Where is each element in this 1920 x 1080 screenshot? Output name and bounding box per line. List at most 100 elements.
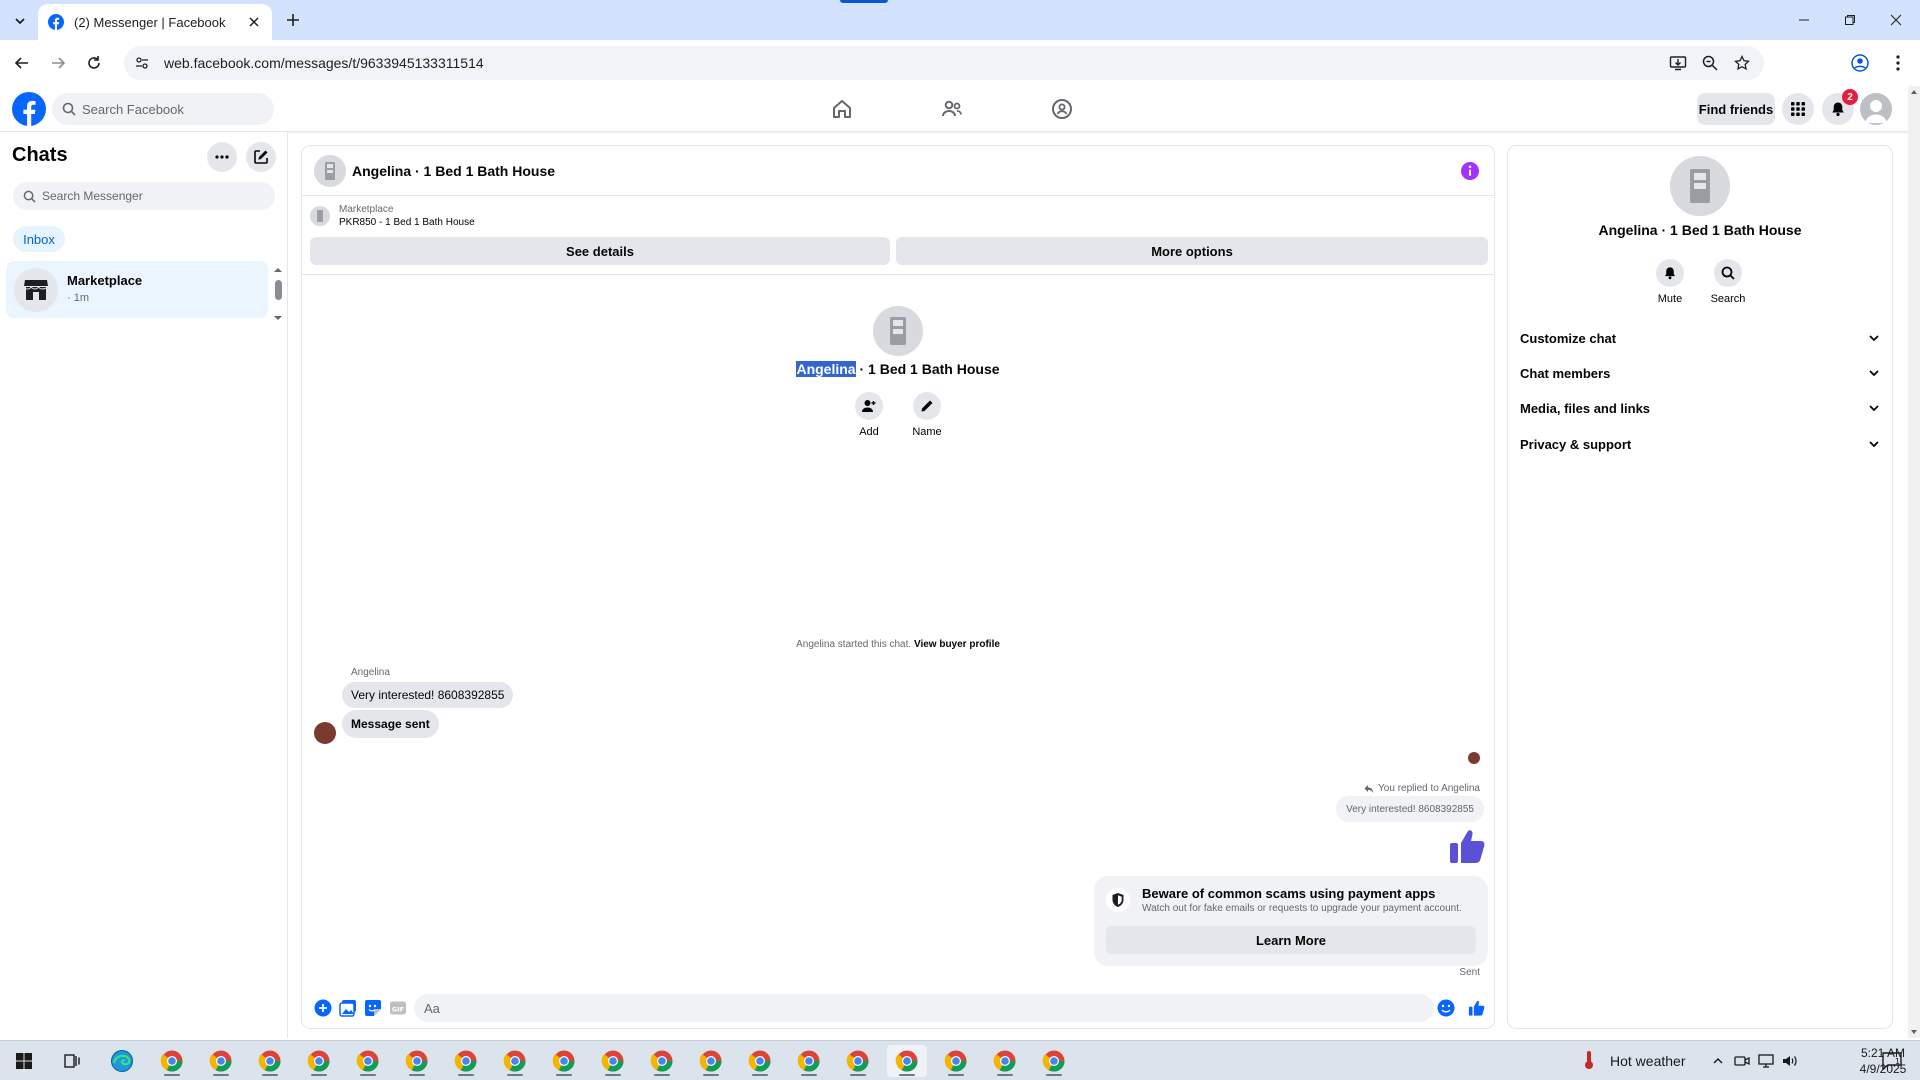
sticker-icon[interactable]: [364, 999, 382, 1017]
address-bar[interactable]: web.facebook.com/messages/t/963394513331…: [124, 46, 1764, 80]
chats-options-icon[interactable]: [207, 142, 237, 172]
add-label: Add: [859, 426, 879, 438]
chrome-taskbar-icon[interactable]: [1034, 1045, 1074, 1077]
camera-tray-icon[interactable]: [1733, 1052, 1751, 1070]
minimize-icon[interactable]: [1788, 6, 1820, 34]
chrome-taskbar-icon[interactable]: [985, 1045, 1025, 1077]
scam-warning-card: Beware of common scams using payment app…: [1094, 876, 1488, 966]
search-icon: [23, 190, 36, 203]
emoji-icon[interactable]: [1437, 999, 1455, 1017]
browser-tab-messenger[interactable]: (2) Messenger | Facebook: [38, 4, 272, 40]
new-message-compose-icon[interactable]: [246, 142, 276, 172]
reply-arrow-icon: [1364, 784, 1374, 794]
more-options-button[interactable]: More options: [896, 237, 1488, 265]
gif-icon[interactable]: GIF: [389, 999, 407, 1017]
received-message[interactable]: Message sent: [342, 710, 439, 738]
chrome-taskbar-icon[interactable]: [593, 1045, 633, 1077]
chrome-taskbar-icon[interactable]: [642, 1045, 682, 1077]
back-arrow-icon[interactable]: [10, 51, 34, 75]
site-info-icon[interactable]: [134, 55, 150, 71]
listing-avatar[interactable]: [314, 155, 346, 187]
chrome-taskbar-icon[interactable]: [838, 1045, 878, 1077]
plus-circle-icon[interactable]: [314, 999, 332, 1017]
menu-grid-icon[interactable]: [1782, 93, 1814, 125]
facebook-top-nav: Find friends 2: [0, 86, 1920, 132]
customize-chat-section[interactable]: Customize chat: [1520, 323, 1880, 353]
media-files-links-section[interactable]: Media, files and links: [1520, 393, 1880, 423]
close-window-icon[interactable]: [1880, 6, 1912, 34]
edit-name-button[interactable]: Name: [903, 392, 951, 438]
task-view-icon[interactable]: [52, 1045, 92, 1077]
notification-center-icon[interactable]: 1: [1880, 1050, 1904, 1072]
weather-text[interactable]: Hot weather: [1610, 1053, 1685, 1069]
page-scrollbar[interactable]: [1908, 86, 1920, 1038]
windows-start-icon[interactable]: [4, 1045, 44, 1077]
chevron-up-icon[interactable]: [1709, 1052, 1727, 1070]
chat-list-scroll-thumb[interactable]: [275, 280, 282, 300]
see-details-button[interactable]: See details: [310, 237, 890, 265]
message-input-box[interactable]: [414, 994, 1434, 1022]
bookmark-star-icon[interactable]: [1732, 53, 1752, 73]
chrome-taskbar-icon[interactable]: [299, 1045, 339, 1077]
received-message[interactable]: Very interested! 8608392855: [342, 682, 514, 708]
forward-arrow-icon[interactable]: [46, 51, 70, 75]
chrome-taskbar-icon[interactable]: [446, 1045, 486, 1077]
volume-icon[interactable]: [1781, 1052, 1799, 1070]
search-in-conversation-button[interactable]: Search: [1703, 259, 1753, 305]
send-like-icon[interactable]: [1468, 999, 1486, 1017]
chrome-taskbar-icon[interactable]: [789, 1045, 829, 1077]
sender-avatar[interactable]: [314, 722, 336, 744]
conversation-panel: Angelina · 1 Bed 1 Bath House Marketplac…: [302, 146, 1494, 1028]
thumbs-up-like-icon[interactable]: [1448, 826, 1488, 866]
message-composer: GIF: [302, 988, 1494, 1028]
quoted-message[interactable]: Very interested! 8608392855: [1336, 796, 1484, 822]
chrome-taskbar-icon[interactable]: [544, 1045, 584, 1077]
new-tab-plus-icon[interactable]: [282, 9, 304, 31]
view-buyer-profile-link[interactable]: View buyer profile: [914, 639, 1000, 650]
quoted-message-text: Very interested! 8608392855: [1346, 803, 1474, 815]
chrome-taskbar-icon[interactable]: [348, 1045, 388, 1077]
zoom-icon[interactable]: [1700, 53, 1720, 73]
chrome-taskbar-icon[interactable]: [152, 1045, 192, 1077]
learn-more-button[interactable]: Learn More: [1106, 926, 1476, 954]
chat-list-item[interactable]: Marketplace · 1m: [6, 261, 268, 318]
chrome-taskbar-icon[interactable]: [250, 1045, 290, 1077]
find-friends-button[interactable]: Find friends: [1697, 93, 1775, 125]
conversation-title[interactable]: Angelina · 1 Bed 1 Bath House: [352, 163, 555, 179]
install-app-icon[interactable]: [1668, 53, 1688, 73]
message-input[interactable]: [424, 1000, 1384, 1016]
restore-icon[interactable]: [1834, 6, 1866, 34]
chrome-taskbar-icon[interactable]: [936, 1045, 976, 1077]
privacy-support-section[interactable]: Privacy & support: [1520, 429, 1880, 459]
chrome-taskbar-icon[interactable]: [740, 1045, 780, 1077]
photo-attach-icon[interactable]: [339, 999, 357, 1017]
facebook-logo-icon[interactable]: [12, 92, 46, 126]
account-avatar[interactable]: [1860, 93, 1892, 125]
chat-item-time: · 1m: [67, 292, 89, 304]
reload-icon[interactable]: [82, 51, 106, 75]
chrome-taskbar-icon[interactable]: [691, 1045, 731, 1077]
add-people-button[interactable]: Add: [845, 392, 893, 438]
facebook-search-input[interactable]: [82, 101, 262, 117]
friends-icon[interactable]: [938, 95, 966, 123]
facebook-search-box[interactable]: [52, 93, 274, 125]
groups-icon[interactable]: [1048, 95, 1076, 123]
chrome-taskbar-icon-active[interactable]: [887, 1045, 927, 1077]
messenger-search-box[interactable]: [13, 182, 275, 210]
browser-menu-kebab-icon[interactable]: [1886, 51, 1910, 75]
chrome-taskbar-icon[interactable]: [397, 1045, 437, 1077]
thermometer-weather-icon[interactable]: [1580, 1051, 1598, 1069]
profile-icon[interactable]: [1848, 51, 1872, 75]
inbox-filter-tab[interactable]: Inbox: [13, 226, 65, 252]
info-icon[interactable]: [1460, 161, 1480, 181]
mute-button[interactable]: Mute: [1645, 259, 1695, 305]
chat-members-section[interactable]: Chat members: [1520, 358, 1880, 388]
chrome-taskbar-icon[interactable]: [201, 1045, 241, 1077]
network-icon[interactable]: [1757, 1052, 1775, 1070]
chrome-taskbar-icon[interactable]: [495, 1045, 535, 1077]
tab-search-chevron-icon[interactable]: [8, 9, 32, 33]
edge-browser-icon[interactable]: [102, 1045, 142, 1077]
messenger-search-input[interactable]: [42, 189, 262, 203]
home-icon[interactable]: [828, 95, 856, 123]
tab-close-icon[interactable]: [246, 14, 262, 30]
